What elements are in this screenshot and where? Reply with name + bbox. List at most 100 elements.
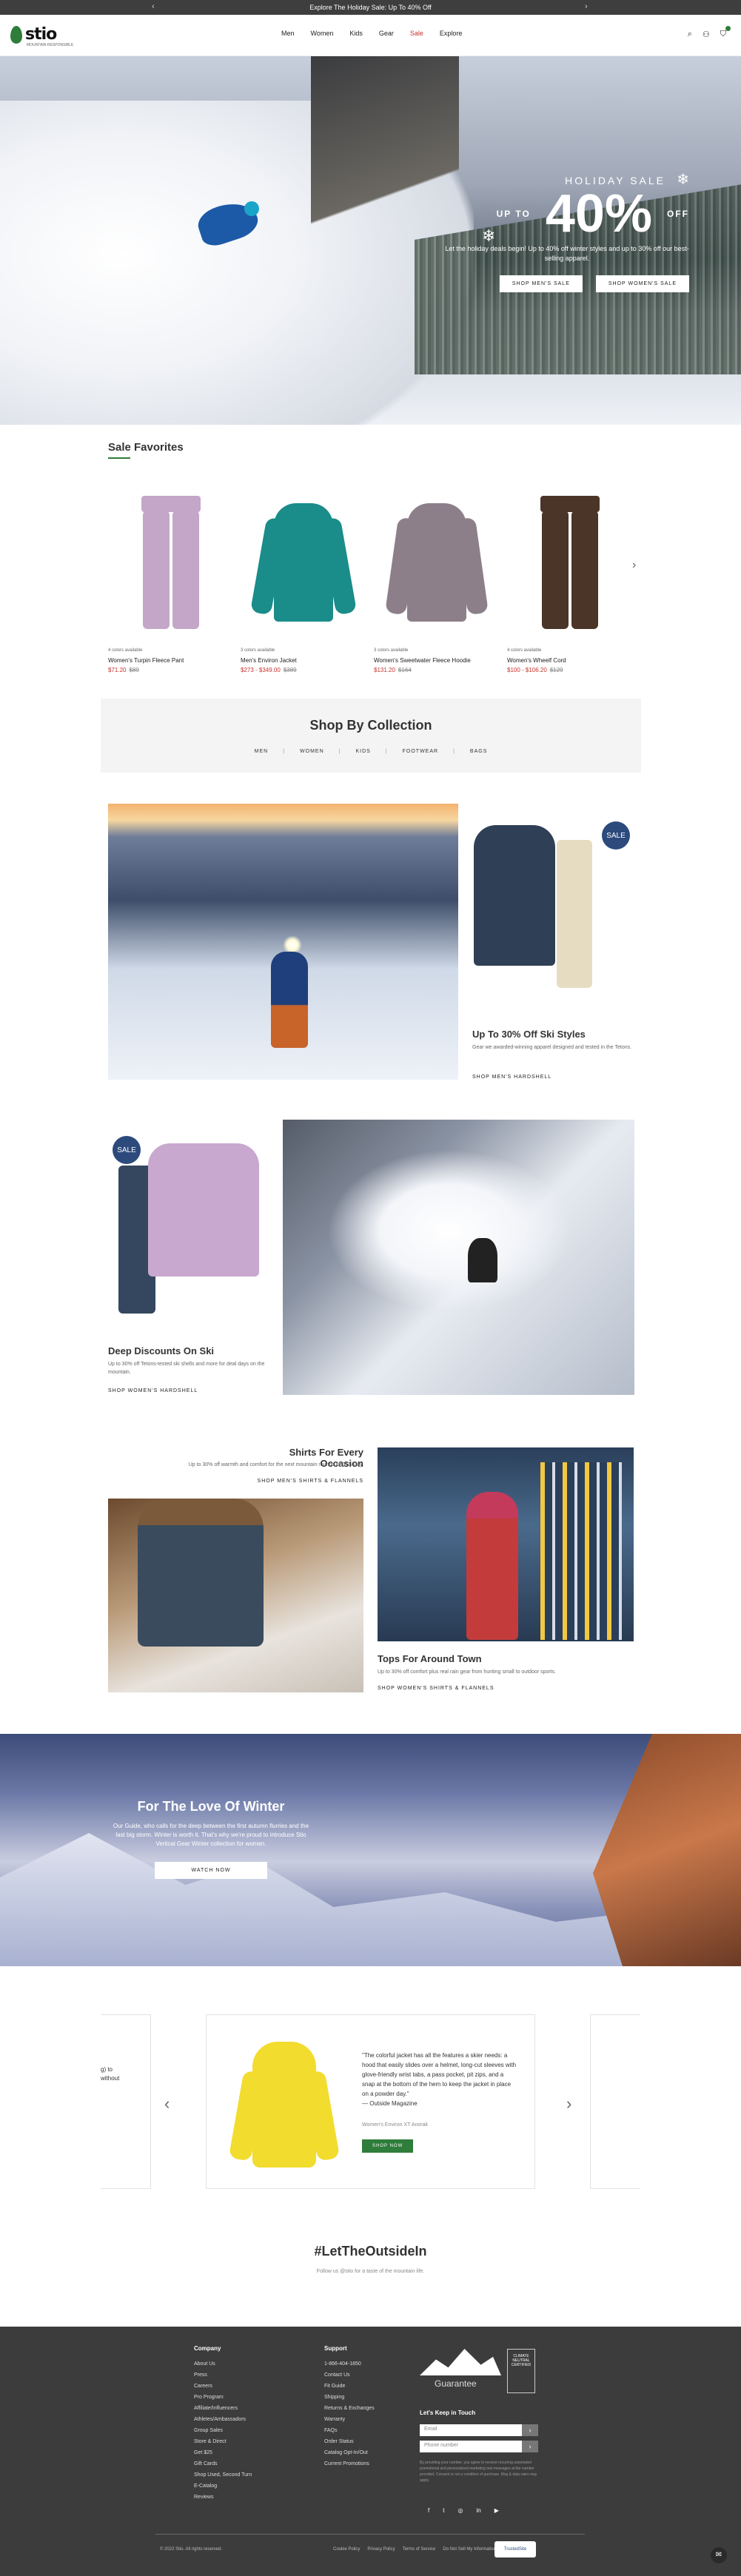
footer-company-link[interactable]: Gift Cards xyxy=(194,2458,252,2469)
collection-kids[interactable]: KIDS xyxy=(355,749,370,754)
do-not-sell-link[interactable]: Do Not Sell My Information xyxy=(443,2547,496,2552)
footer-support-link[interactable]: Current Promotions xyxy=(324,2458,375,2469)
stio-logo[interactable]: stio MOUNTAIN-RESPONSIBLE xyxy=(10,25,73,47)
footer-support-link[interactable]: Catalog Opt-In/Out xyxy=(324,2447,375,2458)
ski-kit-image[interactable] xyxy=(474,818,600,995)
shop-womens-shirts-link[interactable]: SHOP WOMEN'S SHIRTS & FLANNELS xyxy=(378,1686,494,1691)
header-icons: ⌕ ⚇ ⛉ xyxy=(688,26,731,39)
product-name[interactable]: Women's Turpin Fleece Pant xyxy=(108,657,234,664)
leaf-logo-icon xyxy=(10,25,22,44)
nav-sale[interactable]: Sale xyxy=(410,30,423,37)
product-name[interactable]: Women's Sweetwater Fleece Hoodie xyxy=(374,657,500,664)
pants-waist xyxy=(540,496,600,512)
carousel-next-icon[interactable]: › xyxy=(632,559,636,572)
phone-submit-button[interactable]: › xyxy=(522,2441,538,2452)
ski-shop-photo[interactable] xyxy=(378,1447,634,1641)
shop-womens-sale-button[interactable]: SHOP WOMEN'S SALE xyxy=(595,275,689,292)
product-name[interactable]: Men's Environ Jacket xyxy=(241,657,366,664)
footer-support-link[interactable]: Returns & Exchanges xyxy=(324,2403,375,2414)
footer-support-link[interactable]: Warranty xyxy=(324,2414,375,2425)
product-card[interactable]: 4 colors available Women's Turpin Fleece… xyxy=(108,488,234,673)
footer-support-link[interactable]: 1-866-404-1850 xyxy=(324,2358,375,2370)
footer-support-link[interactable]: Order Status xyxy=(324,2436,375,2447)
cookie-policy-link[interactable]: Cookie Policy xyxy=(333,2547,360,2552)
product-image[interactable] xyxy=(108,488,234,636)
nav-explore[interactable]: Explore xyxy=(440,30,463,37)
phone-field[interactable]: Phone number xyxy=(420,2441,538,2452)
footer-support-link[interactable]: Fit Guide xyxy=(324,2381,375,2392)
email-submit-button[interactable]: › xyxy=(522,2424,538,2436)
product-image[interactable] xyxy=(241,488,366,636)
pants-image xyxy=(141,496,201,629)
email-field[interactable]: Email xyxy=(420,2424,538,2436)
pants-waist xyxy=(141,496,201,512)
testimonial-card-prev[interactable]: g) to without xyxy=(101,2014,151,2189)
anorak-image[interactable] xyxy=(228,2042,341,2168)
shop-womens-hardshell-link[interactable]: SHOP WOMEN'S HARDSHELL xyxy=(108,1388,198,1393)
promo-text[interactable]: Explore The Holiday Sale: Up To 40% Off xyxy=(309,4,432,11)
footer-company-link[interactable]: Careers xyxy=(194,2381,252,2392)
footer-company-link[interactable]: Store & Direct xyxy=(194,2436,252,2447)
footer-support-link[interactable]: FAQs xyxy=(324,2425,375,2436)
linkedin-icon[interactable]: in xyxy=(476,2507,480,2514)
testimonial-source: — Outside Magazine xyxy=(362,2100,418,2107)
instagram-icon[interactable]: ◎ xyxy=(457,2507,463,2514)
powder-ski-photo[interactable] xyxy=(283,1120,634,1395)
tops-title: Tops For Around Town xyxy=(378,1653,482,1664)
footer-company-link[interactable]: Affiliate/Influencers xyxy=(194,2403,252,2414)
search-icon[interactable]: ⌕ xyxy=(688,30,692,39)
footer-company-link[interactable]: About Us xyxy=(194,2358,252,2370)
product-card[interactable]: 3 colors available Women's Sweetwater Fl… xyxy=(374,488,500,673)
product-image[interactable] xyxy=(374,488,500,636)
shop-mens-hardshell-link[interactable]: SHOP MEN'S HARDSHELL xyxy=(472,1075,551,1080)
woodwork-photo[interactable] xyxy=(108,1499,363,1692)
pants-leg xyxy=(571,511,598,629)
footer-support-link[interactable]: Shipping xyxy=(324,2392,375,2403)
account-icon[interactable]: ⚇ xyxy=(703,30,710,39)
footer-support-link[interactable]: Contact Us xyxy=(324,2370,375,2381)
terms-link[interactable]: Terms of Service xyxy=(403,2547,436,2552)
footer-company-link[interactable]: Group Sales xyxy=(194,2425,252,2436)
ski-kit-womens-image[interactable] xyxy=(111,1143,266,1321)
night-ski-photo[interactable] xyxy=(108,804,458,1080)
nav-men[interactable]: Men xyxy=(281,30,295,37)
footer-company-link[interactable]: E-Catalog xyxy=(194,2481,252,2492)
footer-company-link[interactable]: Press xyxy=(194,2370,252,2381)
twitter-icon[interactable]: t xyxy=(443,2507,444,2514)
footer-company-link[interactable]: Athletes/Ambassadors xyxy=(194,2414,252,2425)
promo-prev-icon[interactable]: ‹ xyxy=(152,2,155,11)
privacy-policy-link[interactable]: Privacy Policy xyxy=(367,2547,395,2552)
footer-company-link[interactable]: Get $25 xyxy=(194,2447,252,2458)
carousel-prev-icon[interactable]: ‹ xyxy=(164,2094,170,2113)
collection-footwear[interactable]: FOOTWEAR xyxy=(403,749,438,754)
nav-women[interactable]: Women xyxy=(311,30,334,37)
footer-company-link[interactable]: Pro Program xyxy=(194,2392,252,2403)
collection-men[interactable]: MEN xyxy=(255,749,269,754)
product-name[interactable]: Women's Wheelf Cord xyxy=(507,657,633,664)
collection-women[interactable]: WOMEN xyxy=(300,749,324,754)
footer-company-link[interactable]: Shop Used, Second Turn xyxy=(194,2469,252,2481)
trustedsite-badge[interactable]: TrustedSite xyxy=(494,2541,536,2557)
chat-icon[interactable]: ✉ xyxy=(711,2547,727,2563)
carousel-next-icon[interactable]: › xyxy=(566,2094,571,2113)
product-card[interactable]: 4 colors available Women's Wheelf Cord $… xyxy=(507,488,633,673)
promo-next-icon[interactable]: › xyxy=(585,2,588,11)
nav-gear[interactable]: Gear xyxy=(379,30,394,37)
cart-icon[interactable]: ⛉ xyxy=(720,26,731,39)
footer-support-title: Support xyxy=(324,2345,347,2352)
product-image[interactable] xyxy=(507,488,633,636)
facebook-icon[interactable]: f xyxy=(428,2507,429,2514)
testimonial-card-next[interactable] xyxy=(590,2014,640,2189)
nav-kids[interactable]: Kids xyxy=(349,30,363,37)
shop-mens-shirts-link[interactable]: SHOP MEN'S SHIRTS & FLANNELS xyxy=(222,1479,363,1484)
product-card[interactable]: 3 colors available Men's Environ Jacket … xyxy=(241,488,366,673)
shop-now-button[interactable]: SHOP NOW xyxy=(362,2139,414,2153)
testimonial-quote: "The colorful jacket has all the feature… xyxy=(362,2052,517,2097)
watch-now-button[interactable]: WATCH NOW xyxy=(154,1862,268,1879)
youtube-icon[interactable]: ▶ xyxy=(494,2507,499,2514)
footer-company-link[interactable]: Reviews xyxy=(194,2492,252,2503)
footer-company-title: Company xyxy=(194,2345,221,2352)
testimonial-card: "The colorful jacket has all the feature… xyxy=(206,2014,535,2189)
shop-mens-sale-button[interactable]: SHOP MEN'S SALE xyxy=(499,275,583,292)
collection-bags[interactable]: BAGS xyxy=(470,749,487,754)
